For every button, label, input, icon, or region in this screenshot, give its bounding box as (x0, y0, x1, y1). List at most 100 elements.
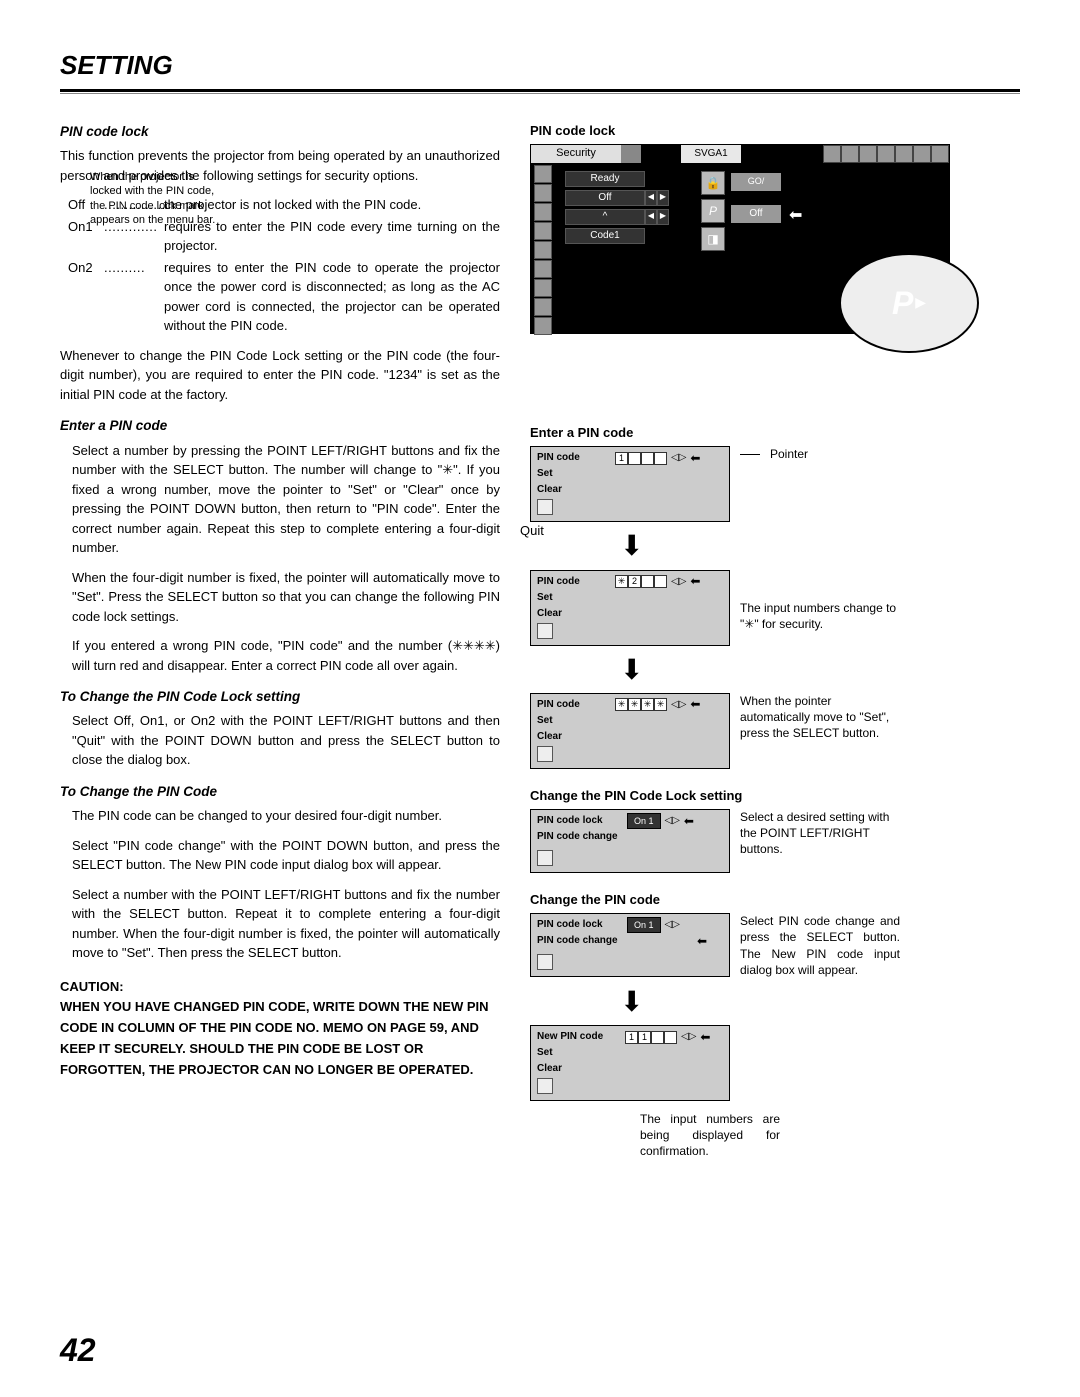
pointer-annotation: Pointer (770, 446, 808, 462)
section-title-enter-pin: Enter a PIN code (60, 416, 500, 436)
left-arrow-icon: ◀ (645, 190, 657, 206)
pin-digit-boxes: 1 (615, 452, 667, 465)
right-column: PIN code lock Security SVGA1 (530, 122, 1010, 1160)
menu-security-label: Security (531, 145, 621, 163)
dialog-pinchange-label: PIN code change (537, 934, 637, 948)
pin-dialog-3: PIN code ✳ ✳ ✳ ✳ ◁▷ ⬅ Set Clear (530, 693, 730, 769)
down-arrow-icon: ⬇ (620, 650, 1010, 689)
side-icon (534, 184, 552, 202)
pin-digit-boxes: 1 1 (625, 1031, 677, 1044)
projector-menu-screenshot: Security SVGA1 (530, 144, 950, 334)
pin-digit-boxes: ✳ 2 (615, 575, 667, 588)
pin-dialog-1: PIN code 1 ◁▷ ⬅ Set Clear (530, 446, 730, 522)
menu-top-icon (823, 145, 841, 163)
menu-top-bar: Security SVGA1 (531, 145, 949, 163)
menu-lamp-label: ^ (565, 209, 645, 225)
menu-top-icon (913, 145, 931, 163)
caution-body: WHEN YOU HAVE CHANGED PIN CODE, WRITE DO… (60, 999, 489, 1076)
quit-icon (537, 850, 553, 866)
side-icon (534, 241, 552, 259)
pin-digit-1: 1 (615, 452, 628, 465)
change-setting-dialog: PIN code lock On 1 ◁▷ ⬅ PIN code change (530, 809, 730, 873)
heading-change-pin: Change the PIN code (530, 891, 1010, 909)
left-column: PIN code lock This function prevents the… (60, 122, 500, 1160)
menu-icon-left (621, 145, 641, 163)
pointer-arrow-icon: ⬅ (697, 933, 707, 950)
header-rule-light (60, 93, 1020, 94)
dialog-pinlock-label: PIN code lock (537, 814, 627, 828)
side-icon (534, 260, 552, 278)
on1-value: On 1 (627, 813, 661, 830)
pin-dialog-group-1: PIN code 1 ◁▷ ⬅ Set Clear (530, 446, 950, 522)
dialog-pinchange-label: PIN code change (537, 830, 637, 844)
para-enter1: Select a number by pressing the POINT LE… (60, 441, 500, 558)
heading-enter-pin: Enter a PIN code (530, 424, 1010, 442)
ann-pointer-move: When the pointer automatically move to "… (740, 693, 900, 742)
menu-code1-label: Code1 (565, 228, 645, 244)
menu-row-lamp: ^ ◀▶ (565, 209, 669, 225)
pin-digit-blank (654, 575, 667, 588)
newpin-digit-2: 1 (638, 1031, 651, 1044)
heading-change-setting: Change the PIN Code Lock setting (530, 787, 1010, 805)
dialog-pin-label: PIN code (537, 698, 607, 712)
section-title-change-setting: To Change the PIN Code Lock setting (60, 687, 500, 707)
side-icon (534, 279, 552, 297)
dialog-clear-label: Clear (537, 607, 607, 621)
pin-digit-blank (641, 575, 654, 588)
menu-svga-label: SVGA1 (681, 145, 741, 163)
menu-side-icons (534, 165, 552, 336)
dialog-set-label: Set (537, 591, 607, 605)
menu-row-code1: Code1 (565, 228, 645, 244)
side-icon (534, 317, 552, 335)
lr-arrows-icon: ◁▷ (665, 918, 680, 932)
caution-title: CAUTION: (60, 979, 124, 994)
para-change-pin3: Select a number with the POINT LEFT/RIGH… (60, 885, 500, 963)
quit-icon (537, 1078, 553, 1094)
newpin-digit-blank (651, 1031, 664, 1044)
dialog-set-label: Set (537, 1046, 607, 1060)
dialog-pin-label: PIN code (537, 575, 607, 589)
big-icon-column: 🔒 P ◨ (701, 171, 725, 255)
header-rule-dark (60, 89, 1020, 92)
para-change-setting: Select Off, On1, or On2 with the POINT L… (60, 711, 500, 770)
pin-digit-star: ✳ (615, 575, 628, 588)
zoom-circle: P ▶ (839, 253, 979, 353)
pin-digit-2: 2 (628, 575, 641, 588)
newpin-digit-blank (664, 1031, 677, 1044)
menu-row-ready: Ready (565, 171, 645, 187)
quit-external-label: Quit (520, 522, 544, 540)
lock-icon: 🔒 (701, 171, 725, 195)
pin-digit-star: ✳ (628, 698, 641, 711)
pin-digit-blank (628, 452, 641, 465)
white-pointer-arrow-icon: ⬅ (789, 205, 802, 227)
section-title-change-pin: To Change the PIN Code (60, 782, 500, 802)
menu-off-label: Off (565, 190, 645, 206)
option-on2: On2 .......... requires to enter the PIN… (68, 258, 500, 336)
pointer-arrow-icon: ⬅ (690, 573, 700, 590)
quit-icon (537, 746, 553, 762)
menu-top-icon (877, 145, 895, 163)
down-arrow-icon: ⬇ (620, 982, 1010, 1021)
page-title: SETTING (60, 50, 1020, 81)
section-title-pin-lock: PIN code lock (60, 122, 500, 142)
menu-top-icon (931, 145, 949, 163)
content-columns: PIN code lock This function prevents the… (60, 122, 1020, 1160)
p-icon: P (701, 199, 725, 223)
para-change-pin2: Select "PIN code change" with the POINT … (60, 836, 500, 875)
lr-arrows-icon: ◁▷ (671, 575, 686, 589)
new-pin-dialog: New PIN code 1 1 ◁▷ ⬅ Set Clear (530, 1025, 730, 1101)
side-icon (534, 203, 552, 221)
quit-icon: ◨ (701, 227, 725, 251)
side-icon (534, 222, 552, 240)
side-icon (534, 165, 552, 183)
pin-digit-star: ✳ (641, 698, 654, 711)
zoom-p-letter: P (892, 281, 913, 326)
heading-pin-code-lock: PIN code lock (530, 122, 1010, 140)
dialog-pin-label: PIN code (537, 451, 607, 465)
lr-arrows-icon: ◁▷ (671, 451, 686, 465)
pointer-arrow-icon: ⬅ (690, 450, 700, 467)
left-arrow-icon: ◀ (645, 209, 657, 225)
menu-top-icons (823, 145, 949, 163)
play-icon: ▶ (913, 293, 926, 313)
menu-top-icon (859, 145, 877, 163)
